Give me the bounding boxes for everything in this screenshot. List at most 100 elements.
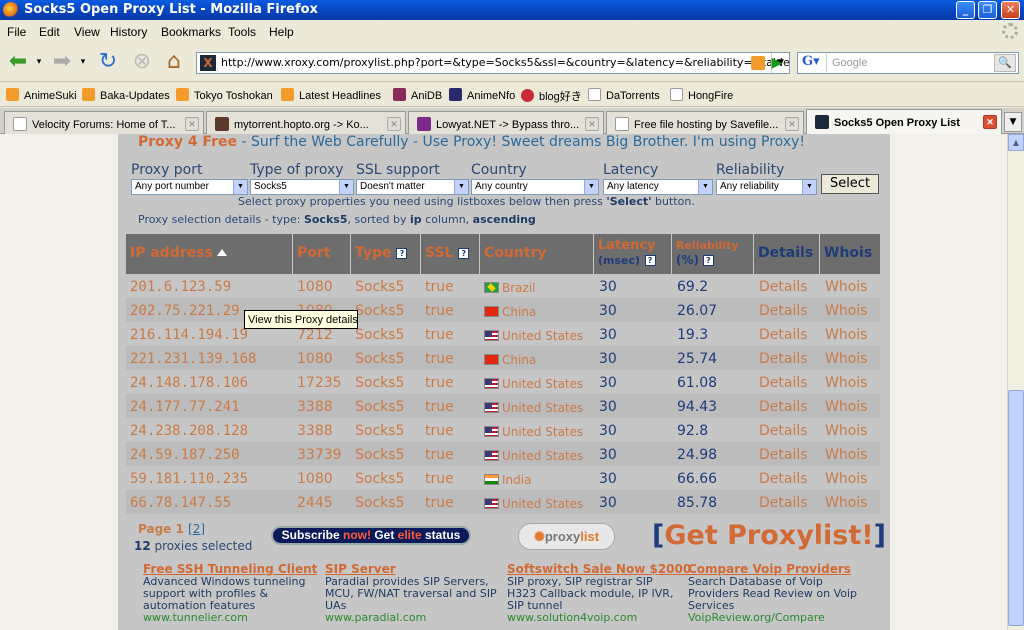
whois-link[interactable]: Whois xyxy=(825,279,867,295)
whois-link[interactable]: Whois xyxy=(825,327,867,343)
details-link[interactable]: Details xyxy=(759,423,808,439)
ip-address-link[interactable]: 24.177.77.241 xyxy=(130,399,240,415)
whois-link[interactable]: Whois xyxy=(825,423,867,439)
details-link[interactable]: Details xyxy=(759,375,808,391)
chevron-down-icon[interactable]: ▼ xyxy=(233,180,247,194)
bookmark-blog[interactable]: blog好き xyxy=(521,88,582,104)
stop-button[interactable]: ⊗ xyxy=(128,48,156,76)
vertical-scrollbar[interactable]: ▲ xyxy=(1007,134,1024,630)
menu-view[interactable]: View xyxy=(74,25,100,39)
details-link[interactable]: Details xyxy=(759,351,808,367)
details-link[interactable]: Details xyxy=(759,303,808,319)
go-button[interactable]: ▶ xyxy=(766,53,788,73)
type-select[interactable]: Socks5 ▼ xyxy=(250,179,354,195)
help-icon[interactable]: ? xyxy=(458,248,470,259)
whois-link[interactable]: Whois xyxy=(825,399,867,415)
select-button[interactable]: Select xyxy=(821,174,879,194)
tab-lowyat[interactable]: Lowyat.NET -> Bypass thro... ✕ xyxy=(408,111,604,134)
bookmark-latest-headlines[interactable]: Latest Headlines xyxy=(281,88,381,102)
whois-link[interactable]: Whois xyxy=(825,471,867,487)
minimize-button[interactable]: _ xyxy=(956,1,975,19)
bookmark-datorrents[interactable]: DaTorrents xyxy=(588,88,660,102)
close-tab-icon[interactable]: ✕ xyxy=(585,117,599,131)
whois-link[interactable]: Whois xyxy=(825,351,867,367)
chevron-down-icon[interactable]: ▼ xyxy=(584,180,598,194)
details-link[interactable]: Details xyxy=(759,399,808,415)
back-history-arrow-icon[interactable]: ▾ xyxy=(34,48,44,76)
details-link[interactable]: Details xyxy=(759,447,808,463)
ad-url-link[interactable]: www.solution4voip.com xyxy=(507,612,682,624)
menu-file[interactable]: File xyxy=(7,25,26,39)
tab-socks5-proxy-list[interactable]: Socks5 Open Proxy List ✕ xyxy=(806,109,1002,134)
maximize-button[interactable]: ❐ xyxy=(978,1,997,19)
latency-select[interactable]: Any latency ▼ xyxy=(603,179,713,195)
proxylist-logo[interactable]: ✺proxylist xyxy=(518,523,615,550)
country-name[interactable]: United States xyxy=(502,377,583,391)
bookmark-anidb[interactable]: AniDB xyxy=(393,88,442,102)
country-name[interactable]: United States xyxy=(502,329,583,343)
tab-mytorrent[interactable]: mytorrent.hopto.org -> Ko... ✕ xyxy=(206,111,406,134)
reliability-select[interactable]: Any reliability ▼ xyxy=(716,179,817,195)
header-ssl[interactable]: SSL ? xyxy=(421,234,480,274)
close-tab-icon[interactable]: ✕ xyxy=(983,115,997,129)
bookmark-tokyo-toshokan[interactable]: Tokyo Toshokan xyxy=(176,88,273,102)
bookmark-animesuki[interactable]: AnimeSuki xyxy=(6,88,77,102)
whois-link[interactable]: Whois xyxy=(825,447,867,463)
ip-address-link[interactable]: 201.6.123.59 xyxy=(130,279,231,295)
chevron-down-icon[interactable]: ▼ xyxy=(454,180,468,194)
header-country[interactable]: Country xyxy=(480,234,594,274)
menu-edit[interactable]: Edit xyxy=(39,25,60,39)
reload-button[interactable]: ↻ xyxy=(94,48,122,76)
help-icon[interactable]: ? xyxy=(702,255,714,266)
forward-history-arrow-icon[interactable]: ▾ xyxy=(78,48,88,76)
ip-address-link[interactable]: 59.181.110.235 xyxy=(130,471,248,487)
subscribe-button[interactable]: Subscribe now! Get elite status xyxy=(271,526,471,545)
rss-icon[interactable] xyxy=(751,56,765,70)
help-icon[interactable]: ? xyxy=(396,248,408,259)
ip-address-link[interactable]: 202.75.221.29 xyxy=(130,303,240,319)
header-latency[interactable]: Latency (msec) ? xyxy=(594,234,672,274)
search-box[interactable]: G▾ Google 🔍 xyxy=(797,52,1019,74)
ad-url-link[interactable]: VoipReview.org/Compare xyxy=(688,612,863,624)
country-name[interactable]: United States xyxy=(502,425,583,439)
close-tab-icon[interactable]: ✕ xyxy=(387,117,401,131)
ip-address-link[interactable]: 24.238.208.128 xyxy=(130,423,248,439)
header-port[interactable]: Port xyxy=(293,234,351,274)
header-type[interactable]: Type ? xyxy=(351,234,421,274)
details-link[interactable]: Details xyxy=(759,495,808,511)
port-select[interactable]: Any port number ▼ xyxy=(131,179,248,195)
ad-url-link[interactable]: www.paradial.com xyxy=(325,612,500,624)
country-name[interactable]: United States xyxy=(502,401,583,415)
chevron-down-icon[interactable]: ▼ xyxy=(698,180,712,194)
ad-title-link[interactable]: Compare Voip Providers xyxy=(688,562,863,576)
whois-link[interactable]: Whois xyxy=(825,495,867,511)
back-button[interactable]: ⬅ xyxy=(4,48,32,76)
whois-link[interactable]: Whois xyxy=(825,303,867,319)
ip-address-link[interactable]: 216.114.194.19 xyxy=(130,327,248,343)
country-name[interactable]: China xyxy=(502,305,536,319)
search-placeholder[interactable]: Google xyxy=(832,57,867,69)
country-name[interactable]: United States xyxy=(502,449,583,463)
country-name[interactable]: Brazil xyxy=(502,281,536,295)
ip-address-link[interactable]: 24.59.187.250 xyxy=(130,447,240,463)
get-proxylist-link[interactable]: [Get Proxylist!] xyxy=(652,520,886,551)
bookmark-hongfire[interactable]: HongFire xyxy=(670,88,733,102)
forward-button[interactable]: ➡ xyxy=(48,48,76,76)
search-icon[interactable]: 🔍 xyxy=(994,54,1016,72)
help-icon[interactable]: ? xyxy=(644,255,656,266)
tab-savefile[interactable]: Free file hosting by Savefile... ✕ xyxy=(606,111,804,134)
country-name[interactable]: India xyxy=(502,473,531,487)
chevron-down-icon[interactable]: ▼ xyxy=(802,180,816,194)
header-ip-address[interactable]: IP address xyxy=(126,234,293,274)
bookmark-animenfo[interactable]: AnimeNfo xyxy=(449,88,515,102)
ip-address-link[interactable]: 24.148.178.106 xyxy=(130,375,248,391)
url-text[interactable]: http://www.xroxy.com/proxylist.php?port=… xyxy=(221,56,790,69)
google-engine-icon[interactable]: G▾ xyxy=(799,54,827,72)
country-select[interactable]: Any country ▼ xyxy=(471,179,599,195)
ip-address-link[interactable]: 221.231.139.168 xyxy=(130,351,256,367)
header-reliability[interactable]: Reliability (%) ? xyxy=(672,234,754,274)
country-name[interactable]: United States xyxy=(502,497,583,511)
scroll-up-arrow-icon[interactable]: ▲ xyxy=(1008,134,1024,151)
ad-url-link[interactable]: www.tunnelier.com xyxy=(143,612,318,624)
close-button[interactable]: ✕ xyxy=(1001,1,1020,19)
